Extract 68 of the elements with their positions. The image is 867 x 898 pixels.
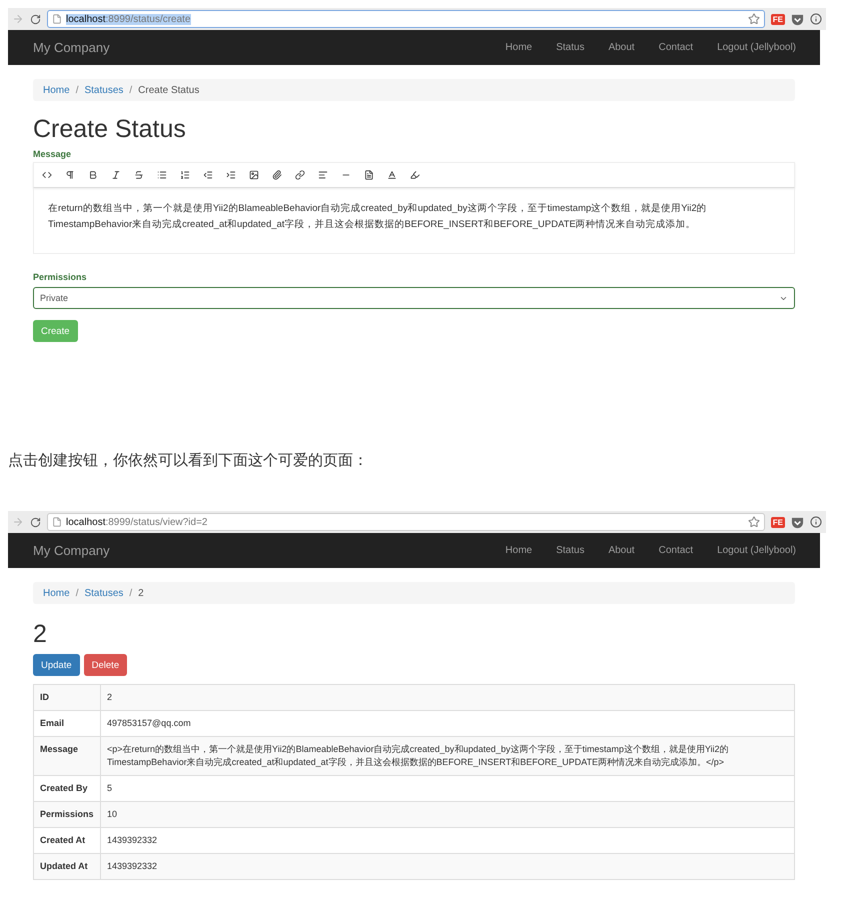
nav-link[interactable]: Logout (Jellybool) — [705, 42, 808, 53]
nav-link[interactable]: Contact — [646, 545, 706, 556]
bold-icon[interactable] — [87, 169, 99, 181]
row-header: Updated At — [34, 854, 101, 879]
table-cell-text: 497853157@qq.com — [106, 717, 192, 730]
extension-badge[interactable]: FE — [770, 14, 785, 24]
breadcrumb-separator: / — [76, 84, 78, 96]
numbered-list-icon[interactable] — [179, 169, 191, 181]
update-button[interactable]: Update — [33, 654, 80, 676]
field-label: Message — [33, 149, 72, 159]
caption-text: 点击创建按钮，你依然可以看到下面这个可爱的页面： — [8, 451, 369, 471]
reload-icon[interactable] — [30, 14, 41, 24]
info-icon[interactable] — [810, 516, 822, 528]
align-left-icon[interactable] — [317, 169, 329, 181]
page-title: Create Status — [33, 115, 187, 143]
current-page-label: Create Status — [138, 84, 200, 96]
nav-link[interactable]: Logout (Jellybool) — [705, 545, 808, 556]
table-cell-text: 10 — [106, 808, 118, 821]
address-bar[interactable]: localhost:8999/status/create — [47, 10, 765, 28]
brand-name[interactable]: My Company — [33, 40, 110, 55]
nav-link[interactable]: Status — [544, 545, 596, 556]
link-icon[interactable] — [294, 169, 306, 181]
breadcrumb-link[interactable]: Home — [43, 588, 70, 598]
breadcrumb-separator: / — [129, 588, 132, 598]
document-icon[interactable] — [363, 169, 375, 181]
nav-link[interactable]: About — [596, 545, 647, 556]
page-icon — [52, 517, 62, 527]
breadcrumb-link[interactable]: Statuses — [84, 588, 124, 598]
table-cell-text: 1439392332 — [106, 860, 158, 873]
breadcrumb-separator: / — [76, 588, 78, 598]
pocket-icon[interactable] — [791, 516, 804, 528]
table-cell-text: 1439392332 — [106, 834, 158, 847]
table-cell-text: <p>在return的数组当中，第一个就是使用Yii2的BlameableBehavior自动完成created_by和updated_by这两个字段，至于timestamp这个数组，就是使用Yii2的TimestampBehavior来自动完成created_at和updated_at字段，并且这会根据数据的BEFORE_INSERT和BEFORE_UPDATE两种情况来自动完成添加。</p> — [106, 743, 730, 769]
paragraph-icon[interactable] — [64, 169, 76, 181]
pocket-icon[interactable] — [791, 12, 804, 26]
permissions-select[interactable]: Private — [33, 287, 795, 309]
nav-link[interactable]: Home — [493, 545, 544, 556]
star-icon[interactable] — [748, 516, 760, 528]
highlight-icon[interactable] — [409, 169, 421, 181]
message-editor[interactable]: 在return的数组当中，第一个就是使用Yii2的BlameableBehavior自动完成created_by和updated_by这两个字段，至于timestamp这个数组，就是使用Yii2的TimestampBehavior来自动完成created_at和updated_at字段，并且这会根据数据的BEFORE_INSERT和BEFORE_UPDATE两种情况来自动完成添加。 — [33, 188, 795, 254]
address-bar[interactable]: localhost:8999/status/view?id=2 — [47, 513, 765, 531]
star-icon[interactable] — [748, 13, 760, 25]
paperclip-icon[interactable] — [271, 169, 283, 181]
table-cell-text: 5 — [106, 782, 114, 795]
font-color-icon[interactable] — [386, 169, 398, 181]
outdent-icon[interactable] — [202, 169, 214, 181]
page-title: 2 — [33, 620, 48, 648]
reload-icon[interactable] — [30, 516, 41, 528]
nav-link[interactable]: Status — [544, 42, 596, 53]
italic-icon[interactable] — [110, 169, 122, 181]
info-icon[interactable] — [810, 13, 822, 25]
indent-icon[interactable] — [225, 169, 237, 181]
breadcrumb-link[interactable]: Statuses — [84, 84, 124, 96]
nav-link[interactable]: Home — [493, 42, 544, 53]
breadcrumb-link[interactable]: Home — [43, 84, 70, 96]
table-cell-text: 2 — [106, 691, 114, 704]
nav-link[interactable]: About — [596, 42, 647, 53]
page-icon — [52, 14, 62, 24]
strikethrough-icon[interactable] — [133, 169, 145, 181]
nav-link[interactable]: Contact — [646, 42, 706, 53]
brand-name[interactable]: My Company — [33, 543, 110, 558]
image-icon[interactable] — [248, 169, 260, 181]
field-label: Permissions — [33, 272, 88, 282]
extension-badge[interactable]: FE — [770, 516, 785, 528]
delete-button[interactable]: Delete — [84, 654, 128, 676]
current-page-label: 2 — [138, 588, 144, 598]
breadcrumb-separator: / — [129, 84, 132, 96]
code-icon[interactable] — [41, 169, 53, 181]
